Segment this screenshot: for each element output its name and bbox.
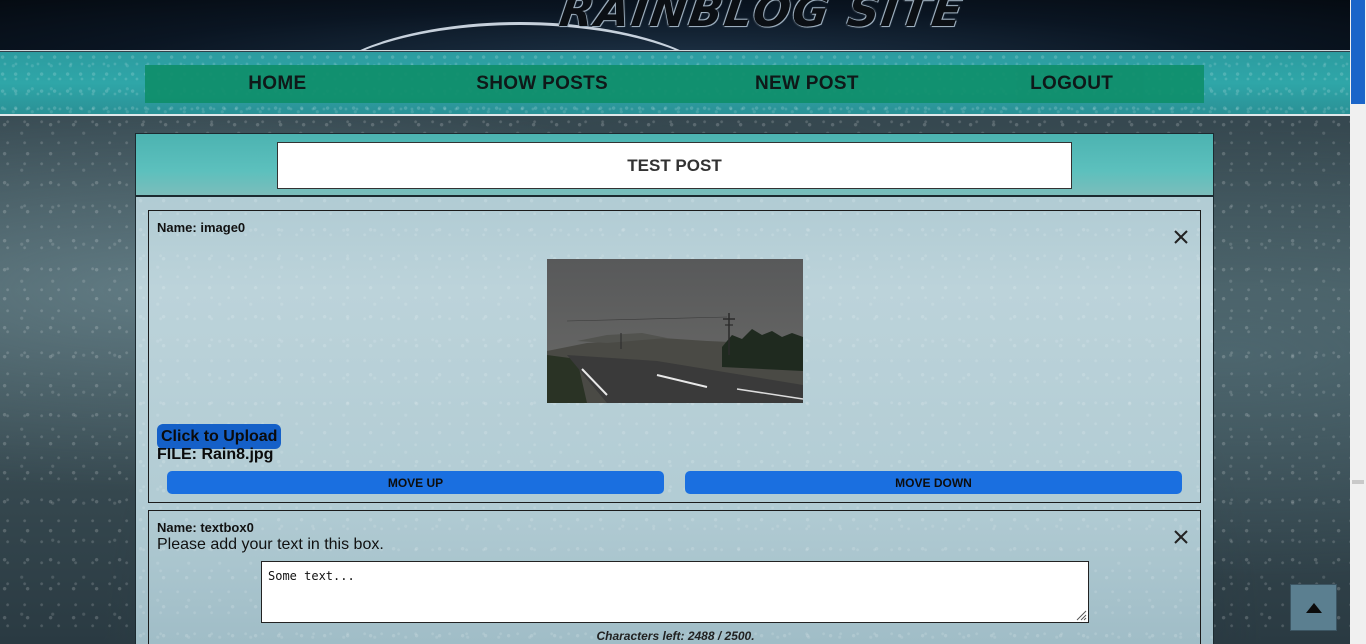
image-block: Name: image0 Click to Upload FILE: Rain8…	[148, 210, 1201, 503]
nav-item-logout[interactable]: LOGOUT	[939, 73, 1204, 95]
image-block-name: Name: image0	[157, 220, 246, 235]
character-counter: Characters left: 2488 / 2500.	[596, 629, 755, 643]
move-up-button[interactable]: MOVE UP	[167, 471, 664, 494]
close-icon[interactable]	[1172, 228, 1190, 246]
move-down-button[interactable]: MOVE DOWN	[685, 471, 1182, 494]
textbox-hint: Please add your text in this box.	[157, 536, 384, 553]
textbox-block: Name: textbox0 Please add your text in t…	[148, 510, 1201, 644]
nav-item-new-post[interactable]: NEW POST	[675, 73, 940, 95]
post-editor: TEST POST Name: image0 Click to Upload F…	[135, 133, 1214, 644]
scrollbar-thumb[interactable]	[1351, 0, 1365, 104]
post-title-field[interactable]: TEST POST	[277, 142, 1072, 189]
close-icon[interactable]	[1172, 528, 1190, 546]
scroll-to-top-button[interactable]	[1290, 584, 1337, 631]
page-scrollbar[interactable]	[1350, 0, 1366, 644]
post-text-input[interactable]: Some text...	[261, 561, 1089, 623]
uploaded-image-preview	[547, 259, 803, 403]
scrollbar-notch	[1352, 480, 1364, 484]
site-header: RAINBLOG SITE	[0, 0, 1350, 51]
title-band: TEST POST	[136, 134, 1213, 197]
textbox-block-name: Name: textbox0	[157, 520, 254, 535]
nav-band: HOME SHOW POSTS NEW POST LOGOUT	[0, 52, 1350, 116]
nav-item-home[interactable]: HOME	[145, 73, 410, 95]
resize-grip-icon[interactable]	[1075, 609, 1087, 621]
nav-item-show-posts[interactable]: SHOW POSTS	[410, 73, 675, 95]
file-name-label: FILE: Rain8.jpg	[157, 446, 274, 463]
site-logo[interactable]: RAINBLOG SITE	[556, 0, 967, 37]
main-nav: HOME SHOW POSTS NEW POST LOGOUT	[145, 65, 1204, 103]
arrow-up-icon	[1305, 602, 1322, 613]
